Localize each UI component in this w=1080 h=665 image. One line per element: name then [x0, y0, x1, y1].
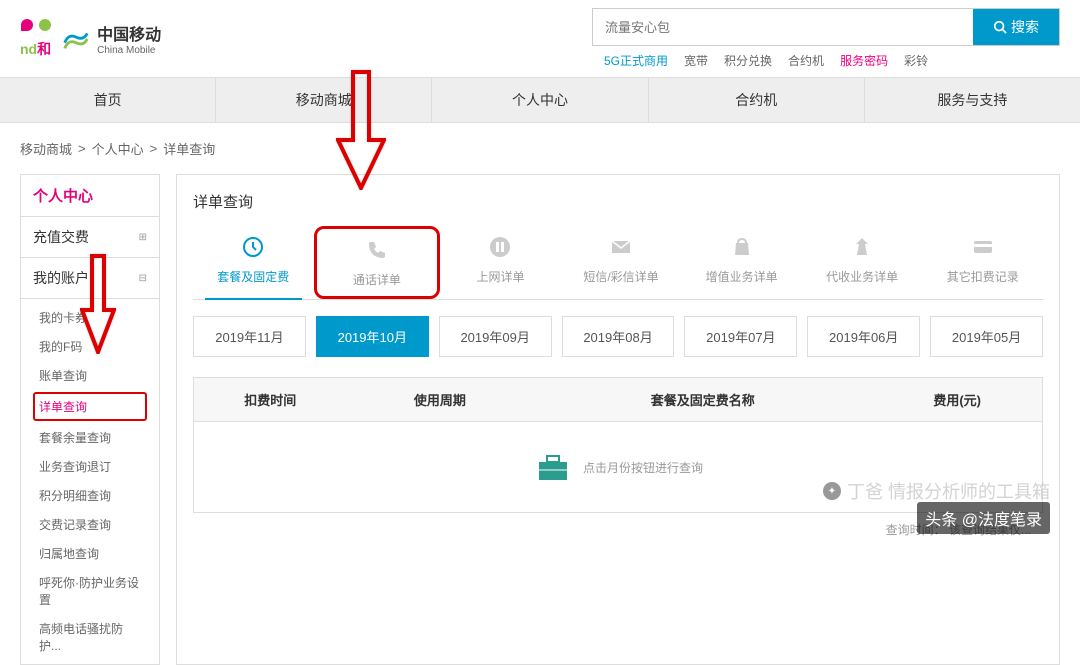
breadcrumb-mall[interactable]: 移动商城 — [20, 139, 72, 158]
mail-icon — [608, 234, 634, 260]
briefcase-icon — [533, 452, 573, 482]
sidebar-item-protection[interactable]: 呼死你·防护业务设置 — [21, 568, 159, 614]
tab-label: 增值业务详单 — [706, 268, 778, 285]
breadcrumb-sep: > — [78, 141, 86, 156]
quick-link-ringtone[interactable]: 彩铃 — [904, 52, 928, 69]
quick-link-broadband[interactable]: 宽带 — [684, 52, 708, 69]
clock-icon — [240, 234, 266, 260]
sidebar-item-spam[interactable]: 高频电话骚扰防护... — [21, 614, 159, 660]
breadcrumb-personal[interactable]: 个人中心 — [92, 139, 144, 158]
nav-personal[interactable]: 个人中心 — [432, 78, 648, 122]
quick-link-points[interactable]: 积分兑换 — [724, 52, 772, 69]
logo-he: nd和 — [20, 19, 51, 59]
breadcrumb: 移动商城 > 个人中心 > 详单查询 — [0, 123, 1080, 174]
logo-he-text: 和 — [37, 41, 51, 57]
sidebar-item-detail[interactable]: 详单查询 — [33, 392, 147, 421]
month-2019-09[interactable]: 2019年09月 — [439, 316, 552, 357]
month-2019-10[interactable]: 2019年10月 — [316, 316, 429, 357]
sidebar-section-label: 充值交费 — [33, 227, 89, 247]
sidebar-section-recharge[interactable]: 充值交费 ⊞ — [21, 217, 159, 258]
expand-icon: ⊞ — [139, 232, 147, 243]
watermark-wechat: ✦ 丁爸 情报分析师的工具箱 — [823, 478, 1050, 504]
main-title: 详单查询 — [193, 191, 1043, 226]
sidebar-title: 个人中心 — [21, 175, 159, 217]
sidebar-item-payment[interactable]: 交费记录查询 — [21, 510, 159, 539]
quick-link-password[interactable]: 服务密码 — [840, 52, 888, 69]
cmcc-icon — [61, 24, 91, 54]
tab-package[interactable]: 套餐及固定费 — [193, 226, 314, 299]
search-button-label: 搜索 — [1011, 17, 1039, 37]
watermark-toutiao: 头条 @法度笔录 — [917, 502, 1050, 534]
tab-label: 上网详单 — [476, 268, 524, 285]
quick-links: 5G正式商用 宽带 积分兑换 合约机 服务密码 彩铃 — [592, 52, 1060, 69]
tab-sms[interactable]: 短信/彩信详单 — [561, 226, 682, 299]
nav-support[interactable]: 服务与支持 — [865, 78, 1080, 122]
collapse-icon: ⊟ — [139, 273, 147, 284]
watermark-text: 丁爸 情报分析师的工具箱 — [847, 478, 1050, 504]
logo-cmcc[interactable]: 中国移动 China Mobile — [61, 21, 161, 56]
nav-mall[interactable]: 移动商城 — [216, 78, 432, 122]
th-fee: 费用(元) — [872, 378, 1042, 421]
month-2019-07[interactable]: 2019年07月 — [684, 316, 797, 357]
tab-label: 通话详单 — [353, 271, 401, 288]
tab-call[interactable]: 通话详单 — [314, 226, 441, 299]
bag-icon — [729, 234, 755, 260]
wechat-icon: ✦ — [823, 482, 841, 500]
watermark-text: 头条 @法度笔录 — [925, 506, 1042, 530]
search-icon — [993, 20, 1007, 34]
tab-label: 短信/彩信详单 — [583, 268, 658, 285]
month-2019-11[interactable]: 2019年11月 — [193, 316, 306, 357]
card-icon — [970, 234, 996, 260]
sidebar: 个人中心 充值交费 ⊞ 我的账户 ⊟ 我的卡券 我的F码 账单查询 详单查询 套… — [20, 174, 160, 665]
main-nav: 首页 移动商城 个人中心 合约机 服务与支持 — [0, 77, 1080, 123]
logo-brand-text: nd — [20, 41, 37, 57]
sidebar-item-package[interactable]: 套餐余量查询 — [21, 423, 159, 452]
month-2019-06[interactable]: 2019年06月 — [807, 316, 920, 357]
money-icon — [849, 234, 875, 260]
tab-agent[interactable]: 代收业务详单 — [802, 226, 923, 299]
month-selector: 2019年11月 2019年10月 2019年09月 2019年08月 2019… — [193, 316, 1043, 357]
th-time: 扣费时间 — [194, 378, 347, 421]
search-box: 搜索 — [592, 8, 1060, 46]
tab-other[interactable]: 其它扣费记录 — [922, 226, 1043, 299]
sidebar-item-points-detail[interactable]: 积分明细查询 — [21, 481, 159, 510]
he-icon — [21, 19, 51, 39]
tab-vas[interactable]: 增值业务详单 — [681, 226, 802, 299]
pause-icon — [487, 234, 513, 260]
logo-cn: 中国移动 — [97, 21, 161, 45]
quick-link-5g[interactable]: 5G正式商用 — [604, 52, 668, 69]
th-name: 套餐及固定费名称 — [533, 378, 872, 421]
nav-home[interactable]: 首页 — [0, 78, 216, 122]
tab-data[interactable]: 上网详单 — [440, 226, 561, 299]
empty-text: 点击月份按钮进行查询 — [583, 459, 703, 476]
th-period: 使用周期 — [347, 378, 534, 421]
query-time: 查询时间： 该查询结果仅... — [193, 513, 1043, 546]
logo-en: China Mobile — [97, 45, 161, 56]
tab-label: 代收业务详单 — [826, 268, 898, 285]
breadcrumb-current: 详单查询 — [163, 139, 215, 158]
main-panel: 详单查询 套餐及固定费 通话详单 上网详单 短信/彩信详单 增值业务详单 — [176, 174, 1060, 665]
tab-label: 其它扣费记录 — [947, 268, 1019, 285]
quick-link-contract[interactable]: 合约机 — [788, 52, 824, 69]
month-2019-05[interactable]: 2019年05月 — [930, 316, 1043, 357]
sidebar-item-unsubscribe[interactable]: 业务查询退订 — [21, 452, 159, 481]
search-input[interactable] — [593, 9, 973, 45]
breadcrumb-sep: > — [150, 141, 158, 156]
detail-tabs: 套餐及固定费 通话详单 上网详单 短信/彩信详单 增值业务详单 代收业务详单 — [193, 226, 1043, 300]
tab-label: 套餐及固定费 — [217, 268, 289, 285]
logo-area: nd和 中国移动 China Mobile — [20, 19, 161, 59]
search-button[interactable]: 搜索 — [973, 9, 1059, 45]
phone-icon — [364, 237, 390, 263]
sidebar-item-bill[interactable]: 账单查询 — [21, 361, 159, 390]
nav-contract[interactable]: 合约机 — [649, 78, 865, 122]
table-head: 扣费时间 使用周期 套餐及固定费名称 费用(元) — [194, 378, 1042, 422]
month-2019-08[interactable]: 2019年08月 — [562, 316, 675, 357]
